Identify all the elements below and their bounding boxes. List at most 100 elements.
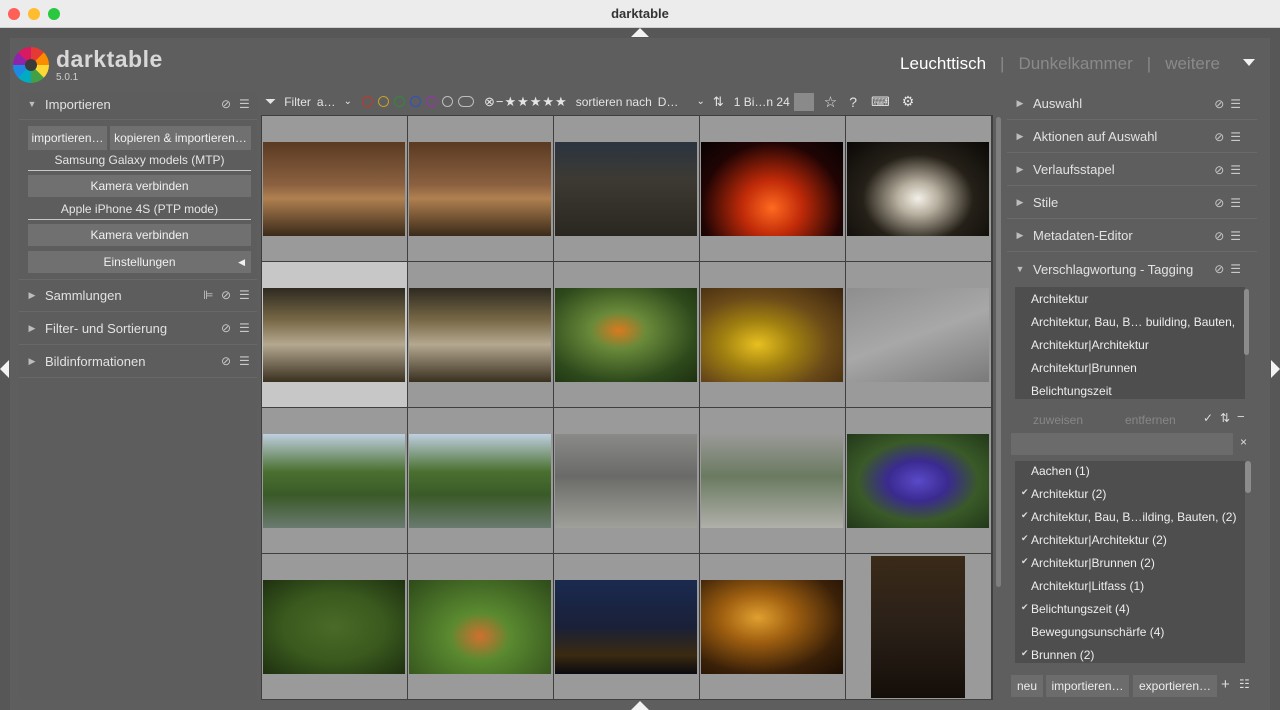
- sort-dropdown[interactable]: D…: [658, 95, 679, 109]
- module-import-header[interactable]: ▼ Importieren ⊘ ☰: [19, 91, 257, 117]
- module-actions-icon[interactable]: ⊘☰: [1214, 262, 1247, 276]
- module-actions-icon[interactable]: ⊘☰: [1214, 229, 1247, 243]
- module-selection-header[interactable]: ▶ Auswahl ⊘☰: [1007, 88, 1257, 120]
- rating-filter-stars-icon[interactable]: ⊗−★★★★★: [484, 94, 568, 110]
- dictionary-scrollbar[interactable]: [1245, 461, 1251, 493]
- thumbnail-cell[interactable]: [262, 116, 407, 261]
- thumbnail-cell[interactable]: [262, 408, 407, 553]
- dictionary-tag[interactable]: ✔ Architektur (2): [1021, 487, 1106, 501]
- import-button[interactable]: importieren…: [28, 126, 107, 150]
- presets-icon[interactable]: ☰: [239, 288, 250, 302]
- new-tag-button[interactable]: neu: [1011, 675, 1043, 697]
- sort-tags-icon[interactable]: ⇅: [1220, 411, 1230, 425]
- view-lighttable[interactable]: Leuchttisch: [900, 54, 986, 74]
- collapse-top-panel-arrow-icon[interactable]: [631, 28, 649, 37]
- module-history-stack-header[interactable]: ▶ Verlaufsstapel ⊘☰: [1007, 154, 1257, 186]
- add-icon[interactable]: +: [1221, 676, 1230, 693]
- tree-view-icon[interactable]: ☷: [1239, 677, 1250, 691]
- attached-tag[interactable]: Architektur|Architektur: [1031, 338, 1149, 352]
- assign-button[interactable]: zuweisen: [1033, 413, 1083, 427]
- thumbnail-cell[interactable]: [554, 554, 699, 699]
- view-dropdown-icon[interactable]: [1243, 59, 1255, 66]
- module-tagging-header[interactable]: ▼ Verschlagwortung - Tagging ⊘☰: [1007, 253, 1257, 285]
- gray-label-icon[interactable]: [441, 96, 453, 107]
- thumbnail-cell[interactable]: [408, 262, 553, 407]
- thumbnail-cell[interactable]: [554, 408, 699, 553]
- thumbnail-cell[interactable]: [846, 554, 991, 699]
- thumbnail-cell[interactable]: [700, 554, 845, 699]
- import-tags-button[interactable]: importieren…: [1046, 675, 1129, 697]
- connect-camera-button[interactable]: Kamera verbinden: [28, 224, 251, 246]
- dictionary-tag[interactable]: ✔ Brunnen (2): [1021, 648, 1094, 662]
- thumbnail-cell[interactable]: [846, 116, 991, 261]
- settings-button[interactable]: Einstellungen ◀: [28, 251, 251, 273]
- module-filter-sort-header[interactable]: ▶ Filter- und Sortierung ⊘ ☰: [19, 315, 257, 341]
- reset-icon[interactable]: ⊘: [221, 97, 231, 111]
- module-metadata-editor-header[interactable]: ▶ Metadaten-Editor ⊘☰: [1007, 220, 1257, 252]
- thumbnail-cell[interactable]: [700, 116, 845, 261]
- thumbnail-cell[interactable]: [700, 408, 845, 553]
- clear-search-icon[interactable]: ×: [1240, 435, 1247, 449]
- thumbnail-cell[interactable]: [846, 408, 991, 553]
- chevron-down-icon[interactable]: ⌄: [344, 96, 352, 107]
- keyboard-shortcuts-icon[interactable]: ⌨: [871, 94, 890, 110]
- thumbnail-cell[interactable]: [408, 116, 553, 261]
- purple-label-icon[interactable]: [425, 96, 437, 107]
- reset-icon[interactable]: ⊘: [221, 354, 231, 368]
- attached-tag[interactable]: Architektur: [1031, 292, 1088, 306]
- module-actions-icon[interactable]: ⊘☰: [1214, 130, 1247, 144]
- preferences-gear-icon[interactable]: ⚙: [902, 93, 915, 110]
- module-actions-icon[interactable]: ⊘☰: [1214, 97, 1247, 111]
- dictionary-tag[interactable]: ✔ Architektur|Brunnen (2): [1021, 556, 1155, 570]
- green-label-icon[interactable]: [393, 96, 405, 107]
- sort-order-icon[interactable]: ⇅: [713, 94, 724, 110]
- filter-icon[interactable]: ⏷: [265, 93, 276, 110]
- attached-tag[interactable]: Belichtungszeit: [1031, 384, 1112, 398]
- chevron-down-icon[interactable]: ⌄: [696, 96, 704, 107]
- filter-dropdown[interactable]: a…: [317, 95, 336, 109]
- attached-tag[interactable]: Architektur|Brunnen: [1031, 361, 1137, 375]
- thumbnail-cell[interactable]: [262, 554, 407, 699]
- module-actions-icon[interactable]: ⊘☰: [1214, 163, 1247, 177]
- grid-scrollbar[interactable]: [996, 117, 1001, 587]
- export-tags-button[interactable]: exportieren…: [1133, 675, 1217, 697]
- view-more[interactable]: weitere: [1165, 54, 1220, 74]
- dictionary-tag[interactable]: Bewegungsunschärfe (4): [1031, 625, 1164, 639]
- collapse-icon[interactable]: −: [1237, 409, 1245, 424]
- reset-icon[interactable]: ⊘: [221, 321, 231, 335]
- dictionary-tag[interactable]: Architektur|Litfass (1): [1031, 579, 1144, 593]
- blue-label-icon[interactable]: [409, 96, 421, 107]
- red-label-icon[interactable]: [361, 96, 373, 107]
- module-actions-icon[interactable]: ⊘☰: [1214, 196, 1247, 210]
- grouping-icon[interactable]: [793, 92, 814, 111]
- help-icon[interactable]: ?: [849, 94, 857, 110]
- toggle-hide-icon[interactable]: ✓: [1203, 411, 1213, 425]
- attached-tags-scrollbar[interactable]: [1244, 289, 1249, 355]
- remove-button[interactable]: entfernen: [1125, 413, 1176, 427]
- copy-import-button[interactable]: kopieren & importieren…: [110, 126, 251, 150]
- tag-search-input[interactable]: [1011, 433, 1233, 455]
- module-collections-header[interactable]: ▶ Sammlungen ⊫ ⊘ ☰: [19, 282, 257, 308]
- module-styles-header[interactable]: ▶ Stile ⊘☰: [1007, 187, 1257, 219]
- collapse-left-panel-arrow-icon[interactable]: [0, 360, 9, 378]
- overlay-star-icon[interactable]: ☆: [824, 93, 837, 111]
- presets-icon[interactable]: ☰: [239, 321, 250, 335]
- thumbnail-cell[interactable]: [408, 408, 553, 553]
- module-image-info-header[interactable]: ▶ Bildinformationen ⊘ ☰: [19, 348, 257, 374]
- dictionary-tag[interactable]: ✔ Architektur, Bau, B…ilding, Bauten, (2): [1021, 510, 1236, 524]
- thumbnail-cell[interactable]: [408, 554, 553, 699]
- thumbnail-cell[interactable]: [846, 262, 991, 407]
- thumbnail-cell[interactable]: [700, 262, 845, 407]
- presets-icon[interactable]: ☰: [239, 97, 250, 111]
- connect-camera-button[interactable]: Kamera verbinden: [28, 175, 251, 197]
- collapse-bottom-panel-arrow-icon[interactable]: [631, 701, 649, 710]
- thumbnail-cell[interactable]: [554, 262, 699, 407]
- presets-icon[interactable]: ☰: [239, 354, 250, 368]
- toggle-label-icon[interactable]: [457, 96, 474, 107]
- yellow-label-icon[interactable]: [377, 96, 389, 107]
- collapse-right-panel-arrow-icon[interactable]: [1271, 360, 1280, 378]
- view-darkroom[interactable]: Dunkelkammer: [1018, 54, 1132, 74]
- thumbnail-cell[interactable]: [554, 116, 699, 261]
- dictionary-tag[interactable]: ✔ Architektur|Architektur (2): [1021, 533, 1167, 547]
- module-selected-actions-header[interactable]: ▶ Aktionen auf Auswahl ⊘☰: [1007, 121, 1257, 153]
